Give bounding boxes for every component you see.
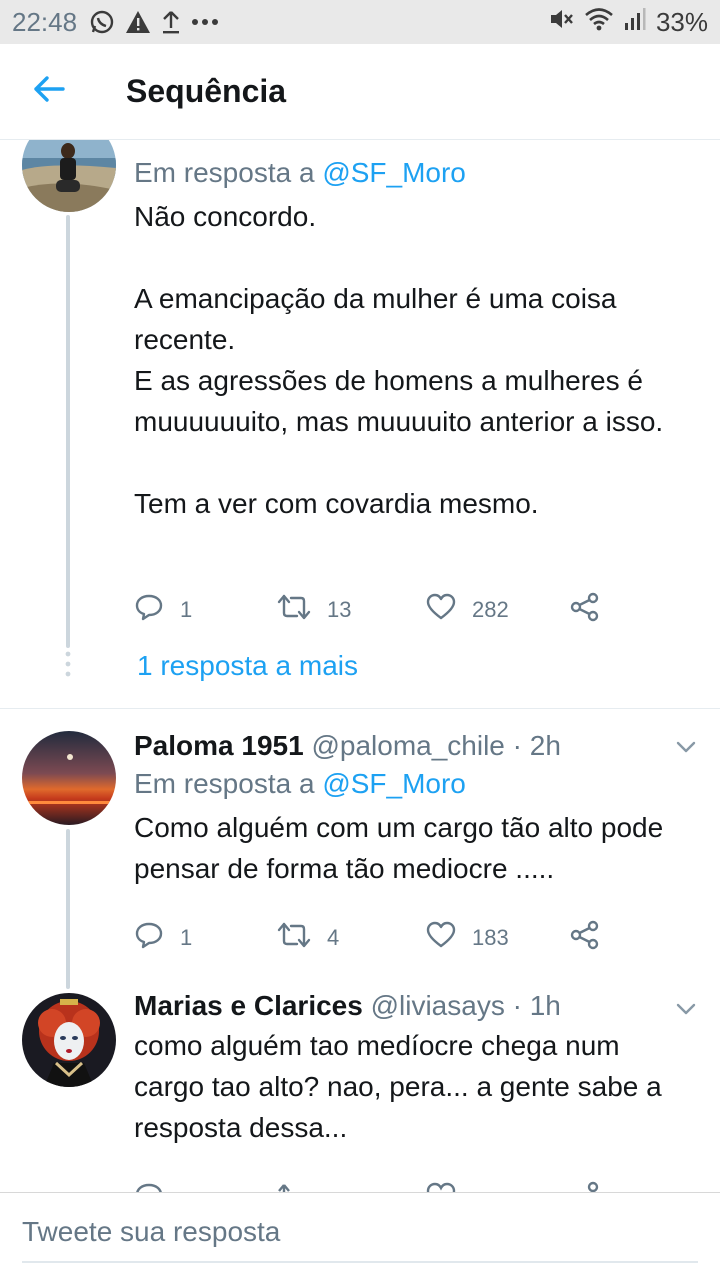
share-button[interactable] [570,920,600,956]
share-button[interactable] [570,1181,600,1192]
reply-button[interactable]: 1 [134,593,192,627]
top-bar: Sequência [0,44,720,140]
user-handle[interactable]: @liviasays [371,990,505,1021]
retweet-icon [277,1182,311,1192]
tweet-text-line: Como alguém com um cargo tão alto pode p… [134,812,664,884]
tweet-header: Paloma 1951 @paloma_chile · 2h [134,729,690,763]
reply-input[interactable] [22,1211,698,1263]
tweet-text-line [134,442,690,483]
reply-count: 1 [180,597,193,622]
user-handle[interactable]: @paloma_chile [311,730,504,761]
heart-icon [426,1182,456,1192]
tweet-time: 1h [529,990,561,1021]
tweet-text: como alguém tao medíocre chega num cargo… [134,1025,690,1148]
like-button[interactable]: 183 [426,921,509,955]
tweet-text-line [134,237,690,278]
avatar[interactable] [22,731,116,825]
reply-icon [134,1182,164,1192]
share-icon [570,1181,600,1192]
tweet-time: 2h [529,730,561,761]
reply-button[interactable]: 1 [134,921,192,955]
heart-icon [426,593,456,627]
retweet-button[interactable] [277,1182,311,1192]
reply-prefix: Em resposta a [134,768,315,799]
reply-icon [134,593,164,627]
tweet[interactable]: Paloma 1951 @paloma_chile · 2h Em respos… [0,709,720,989]
mention-link[interactable]: @SF_Moro [322,157,466,188]
retweet-icon [277,593,311,627]
tweet-actions: 1 4 183 [134,918,690,958]
retweet-count: 4 [327,925,340,950]
display-name[interactable]: Marias e Clarices [134,990,363,1021]
share-icon [570,592,600,628]
tweet-header: Marias e Clarices @liviasays · 1h [134,989,690,1023]
thread-line [66,215,70,648]
more-replies-link[interactable]: 1 resposta a mais [137,650,358,682]
thread-line [66,829,70,989]
share-icon [570,920,600,956]
arrow-left-icon [33,75,65,108]
tweet-text-line: como alguém tao medíocre chega num cargo… [134,1030,662,1143]
chevron-down-icon[interactable] [674,735,698,759]
tweet-actions [134,1179,690,1192]
separator-dot: · [512,990,522,1021]
tweet-text: Não concordo. A emancipação da mulher é … [134,196,690,524]
tweet-text-line: Não concordo. [134,201,317,232]
heart-icon [426,921,456,955]
reply-context: Em resposta a @SF_Moro [134,767,690,801]
tweet-text: Como alguém com um cargo tão alto pode p… [134,807,690,889]
reply-button[interactable] [134,1182,164,1192]
tweet-text-line: A emancipação da mulher é uma coisa rece… [134,283,617,355]
reply-prefix: Em resposta a [134,157,315,188]
tweet-text-line: Tem a ver com covardia mesmo. [134,488,539,519]
tweet-actions: 1 13 282 [134,590,690,630]
page-title: Sequência [126,73,287,109]
back-button[interactable] [0,44,98,140]
tweet[interactable]: Marias e Clarices @liviasays · 1h como a… [0,979,720,1192]
mention-link[interactable]: @SF_Moro [322,768,466,799]
retweet-count: 13 [327,597,352,622]
share-button[interactable] [570,592,600,628]
reply-count: 1 [180,925,193,950]
display-name[interactable]: Paloma 1951 [134,730,304,761]
like-count: 282 [472,597,509,622]
like-button[interactable] [426,1182,456,1192]
chevron-down-icon[interactable] [674,997,698,1021]
like-button[interactable]: 282 [426,593,509,627]
like-count: 183 [472,925,509,950]
avatar[interactable] [22,993,116,1087]
compose-bar [0,1192,720,1280]
retweet-button[interactable]: 4 [277,921,339,955]
retweet-button[interactable]: 13 [277,593,351,627]
tweet-text-line: E as agressões de homens a mulheres é mu… [134,365,664,437]
separator-dot: · [512,730,522,761]
retweet-icon [277,921,311,955]
thread-continuation-dots [64,650,72,680]
reply-icon [134,921,164,955]
reply-context: Em resposta a @SF_Moro [134,156,690,190]
